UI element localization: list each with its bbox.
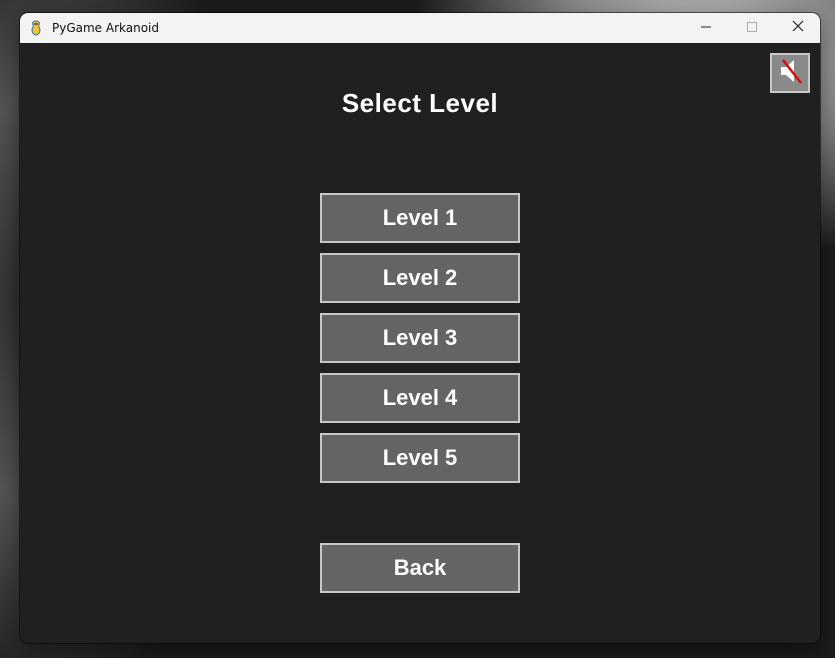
game-screen: Select Level Level 1 Level 2 Level 3 Lev… (20, 43, 820, 643)
app-window: PyGame Arkanoid Select Level Level 1 Lev… (20, 13, 820, 643)
title-bar[interactable]: PyGame Arkanoid (20, 13, 820, 43)
level-3-button[interactable]: Level 3 (320, 313, 520, 363)
maximize-button[interactable] (729, 13, 775, 43)
close-button[interactable] (775, 13, 820, 43)
back-button[interactable]: Back (320, 543, 520, 593)
speaker-muted-icon (775, 56, 805, 91)
minimize-button[interactable] (683, 13, 729, 43)
level-5-button[interactable]: Level 5 (320, 433, 520, 483)
level-4-button[interactable]: Level 4 (320, 373, 520, 423)
sound-toggle-button[interactable] (770, 53, 810, 93)
level-1-button[interactable]: Level 1 (320, 193, 520, 243)
page-title: Select Level (341, 88, 499, 118)
close-icon (792, 19, 804, 37)
maximize-icon (747, 19, 757, 37)
minimize-icon (701, 19, 711, 37)
level-2-button[interactable]: Level 2 (320, 253, 520, 303)
pygame-snake-icon (28, 20, 44, 36)
window-title: PyGame Arkanoid (52, 21, 160, 35)
